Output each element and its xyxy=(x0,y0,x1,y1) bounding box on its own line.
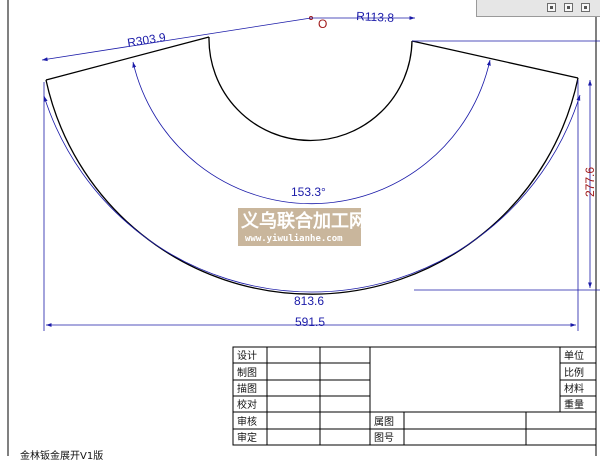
settings-icon[interactable] xyxy=(581,3,590,12)
outer-radius-leader xyxy=(41,17,312,62)
label-material: 材料 xyxy=(564,382,584,395)
arc-length-dimension: 813.6 xyxy=(294,294,324,308)
label-tracing: 描图 xyxy=(237,382,257,395)
title-block xyxy=(232,346,597,446)
drawing-caption: 金林钣金展开V1版 xyxy=(20,451,104,462)
cad-drawing-canvas[interactable]: O R303.9 R113.8 153.3° 813.6 591.5 277.6… xyxy=(0,0,600,460)
center-label: O xyxy=(318,17,327,31)
export-icon[interactable] xyxy=(564,3,573,12)
label-drawing-group: 属图 xyxy=(374,416,394,428)
label-scale: 比例 xyxy=(564,366,584,379)
label-review: 审核 xyxy=(237,415,257,428)
angle-dimension-arc xyxy=(132,59,491,205)
label-drafting: 制图 xyxy=(237,366,257,379)
label-design: 设计 xyxy=(237,349,257,362)
cad-drawing-svg: O R303.9 R113.8 153.3° 813.6 591.5 277.6… xyxy=(7,0,600,456)
viewport-toolbar xyxy=(476,0,600,17)
right-edge-line xyxy=(411,40,579,79)
height-dimension: 277.6 xyxy=(583,167,597,197)
inner-arc xyxy=(208,36,413,142)
label-weight: 重量 xyxy=(564,398,584,411)
label-unit: 单位 xyxy=(564,349,584,362)
inner-radius-dimension: R113.8 xyxy=(356,9,395,25)
chord-dimension: 591.5 xyxy=(295,315,325,329)
watermark-url: www.yiwulianhe.com xyxy=(245,233,343,244)
outer-radius-dimension: R303.9 xyxy=(126,30,167,50)
label-drawing-number: 图号 xyxy=(374,432,394,444)
angle-dimension: 153.3° xyxy=(291,185,326,199)
label-approve: 审定 xyxy=(237,431,257,444)
watermark-logo: 义乌联合加工网 www.yiwulianhe.com xyxy=(238,208,367,246)
watermark-title: 义乌联合加工网 xyxy=(241,210,367,232)
label-proofread: 校对 xyxy=(237,398,257,411)
grid-view-icon[interactable] xyxy=(547,3,556,12)
